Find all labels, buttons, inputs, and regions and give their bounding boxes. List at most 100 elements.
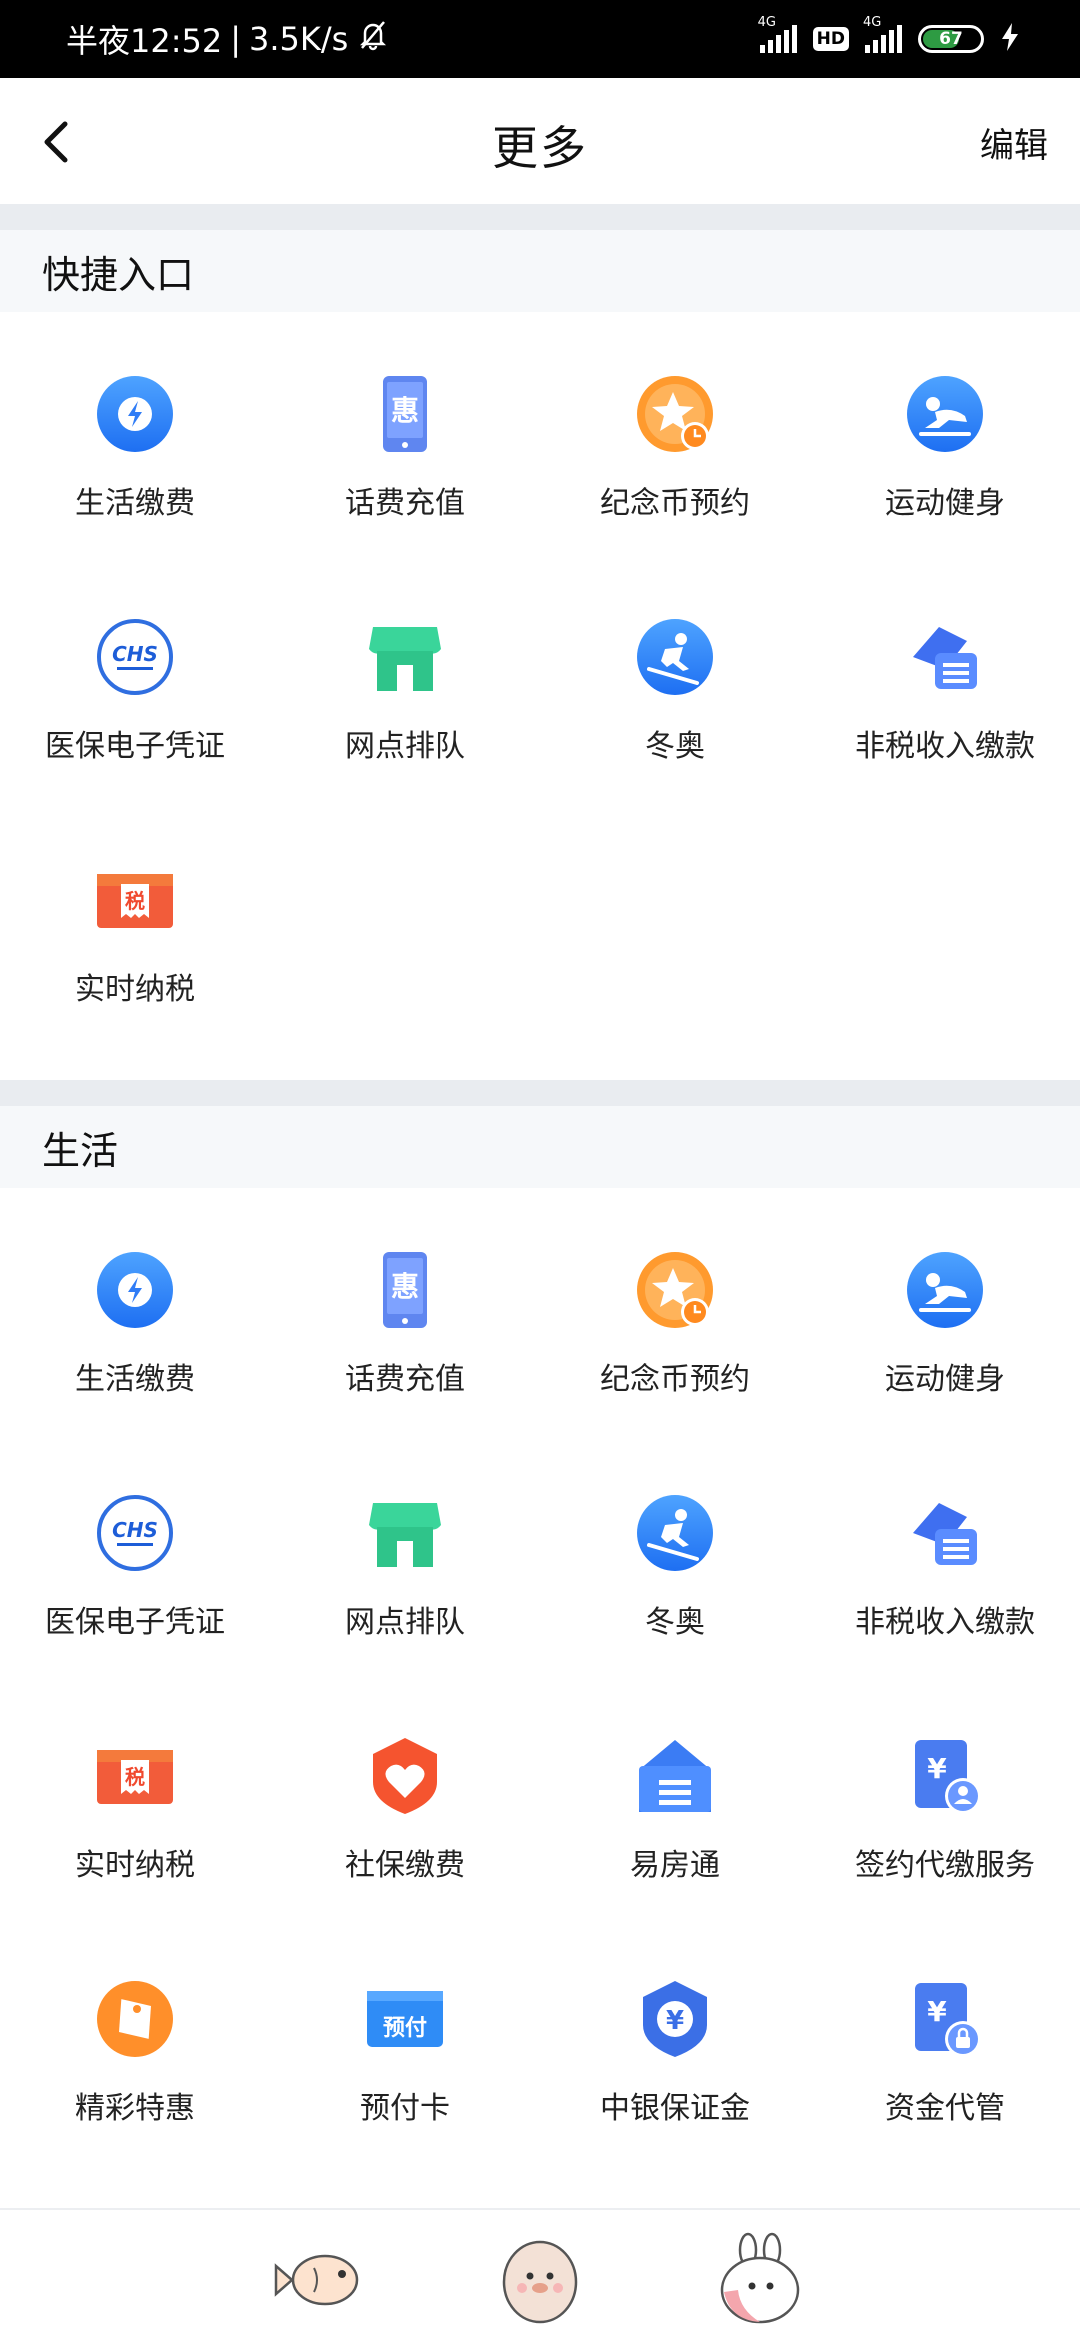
shortcut-label: 医保电子凭证 — [45, 729, 225, 764]
shortcut-item[interactable]: 精彩特惠 — [0, 1977, 270, 2220]
shortcut-item[interactable]: 惠话费充值 — [270, 1248, 540, 1491]
svg-text:¥: ¥ — [666, 2006, 684, 2036]
shortcut-item[interactable]: 生活缴费 — [0, 1248, 270, 1491]
status-right: 4G HD 4G 67 — [758, 15, 1020, 57]
shortcut-label: 中银保证金 — [600, 2091, 750, 2126]
network-type: 4G — [863, 15, 882, 30]
skating-icon — [903, 372, 987, 456]
shortcut-label: 网点排队 — [345, 729, 465, 764]
shortcut-item[interactable]: 预付 预付卡 — [270, 1977, 540, 2220]
shortcut-item[interactable]: 税实时纳税 — [0, 858, 270, 1101]
section-title: 快捷入口 — [0, 230, 1080, 312]
phone-discount-icon: 惠 — [363, 1248, 447, 1332]
skiing-icon — [633, 615, 717, 699]
stack-icon — [903, 1491, 987, 1575]
shortcut-item[interactable]: 易房通 — [540, 1734, 810, 1977]
shortcut-item[interactable]: 纪念币预约 — [540, 372, 810, 615]
shortcut-item[interactable]: CHS 医保电子凭证 — [0, 1491, 270, 1734]
potato-sticker-icon[interactable] — [490, 2230, 590, 2330]
charging-icon — [1000, 22, 1020, 57]
shortcut-label: 医保电子凭证 — [45, 1605, 225, 1640]
star-clock-icon — [633, 1248, 717, 1332]
shortcut-item[interactable]: 运动健身 — [810, 372, 1080, 615]
shortcut-item[interactable]: 网点排队 — [270, 1491, 540, 1734]
status-speed: 3.5K/s — [249, 20, 349, 58]
section-title: 生活 — [0, 1106, 1080, 1188]
status-time: 半夜12:52 — [66, 22, 223, 60]
shortcut-label: 运动健身 — [885, 486, 1005, 521]
svg-text:CHS: CHS — [112, 1518, 158, 1542]
signal-icon: 4G — [758, 15, 797, 53]
tax-icon: 税 — [93, 1734, 177, 1818]
stack-icon — [903, 615, 987, 699]
status-separator: | — [230, 20, 242, 58]
shortcut-item[interactable]: 税实时纳税 — [0, 1734, 270, 1977]
shortcut-label: 网点排队 — [345, 1605, 465, 1640]
battery-icon: 67 — [918, 25, 984, 53]
shortcut-label: 纪念币预约 — [600, 486, 750, 521]
tax-icon: 税 — [93, 858, 177, 942]
shortcut-item[interactable]: 运动健身 — [810, 1248, 1080, 1491]
phone-discount-icon: 惠 — [363, 372, 447, 456]
skiing-icon — [633, 1491, 717, 1575]
shortcut-label: 非税收入缴款 — [855, 1605, 1035, 1640]
svg-text:¥: ¥ — [927, 1995, 947, 2028]
status-left: 半夜12:52 | 3.5K/s — [66, 16, 390, 62]
network-type: 4G — [757, 15, 777, 30]
shortcut-item[interactable]: ¥ 签约代缴服务 — [810, 1734, 1080, 1977]
shop-icon — [363, 1491, 447, 1575]
yen-shield-icon: ¥ — [633, 1977, 717, 2061]
page-title: 更多 — [492, 121, 588, 175]
mute-icon — [356, 18, 390, 60]
shortcut-label: 实时纳税 — [75, 1848, 195, 1883]
shortcut-item[interactable]: 冬奥 — [540, 1491, 810, 1734]
signal-icon: 4G — [863, 15, 902, 53]
svg-text:预付: 预付 — [383, 2016, 427, 2041]
shop-icon — [363, 615, 447, 699]
shortcut-label: 冬奥 — [645, 729, 705, 764]
skating-icon — [903, 1248, 987, 1332]
shortcut-label: 社保缴费 — [345, 1848, 465, 1883]
shortcut-item[interactable]: CHS 医保电子凭证 — [0, 615, 270, 858]
shortcut-item[interactable]: 纪念币预约 — [540, 1248, 810, 1491]
tag-icon — [93, 1977, 177, 2061]
shortcut-label: 生活缴费 — [75, 1362, 195, 1397]
quick-access-section: 快捷入口 生活缴费 惠话费充值 纪念币预约 运动健身 CHS 医保电子凭证 网点排队 冬奥 非税… — [0, 230, 1080, 1080]
shortcut-label: 话费充值 — [345, 1362, 465, 1397]
svg-text:¥: ¥ — [927, 1752, 947, 1785]
shortcut-label: 生活缴费 — [75, 486, 195, 521]
shortcut-label: 精彩特惠 — [75, 2091, 195, 2126]
shortcut-item[interactable]: 非税收入缴款 — [810, 615, 1080, 858]
shortcut-item[interactable]: ¥ 资金代管 — [810, 1977, 1080, 2220]
shortcut-label: 资金代管 — [885, 2091, 1005, 2126]
svg-text:CHS: CHS — [112, 642, 158, 666]
yen-lock-icon: ¥ — [903, 1977, 987, 2061]
life-section: 生活 生活缴费 惠话费充值 纪念币预约 运动健身 CHS 医保电子凭证 网点排队 冬奥 非税收入… — [0, 1106, 1080, 2208]
section-divider — [0, 204, 1080, 230]
shortcut-item[interactable]: 非税收入缴款 — [810, 1491, 1080, 1734]
section-divider — [0, 1080, 1080, 1106]
svg-text:惠: 惠 — [391, 1270, 419, 1303]
shortcut-item[interactable]: 社保缴费 — [270, 1734, 540, 1977]
shortcut-item[interactable]: 冬奥 — [540, 615, 810, 858]
shortcut-item[interactable]: 生活缴费 — [0, 372, 270, 615]
lightning-icon — [93, 372, 177, 456]
shortcut-item[interactable]: 网点排队 — [270, 615, 540, 858]
status-bar: 半夜12:52 | 3.5K/s 4G HD 4G 67 — [0, 0, 1080, 78]
nav-bar: 更多 编辑 — [0, 78, 1080, 204]
shortcut-label: 签约代缴服务 — [855, 1848, 1035, 1883]
shortcut-item[interactable]: 惠话费充值 — [270, 372, 540, 615]
life-grid: 生活缴费 惠话费充值 纪念币预约 运动健身 CHS 医保电子凭证 网点排队 冬奥 非税收入缴款税… — [0, 1188, 1080, 2220]
shortcut-item[interactable]: ¥ 中银保证金 — [540, 1977, 810, 2220]
edit-button[interactable]: 编辑 — [980, 118, 1048, 167]
bunny-sticker-icon[interactable] — [710, 2230, 810, 2330]
shortcut-label: 预付卡 — [360, 2091, 450, 2126]
bottom-bar — [0, 2208, 1080, 2340]
svg-text:惠: 惠 — [391, 394, 419, 427]
chs-icon: CHS — [93, 615, 177, 699]
house-icon — [633, 1734, 717, 1818]
star-clock-icon — [633, 372, 717, 456]
fish-sticker-icon[interactable] — [270, 2230, 370, 2330]
shortcut-label: 易房通 — [630, 1848, 720, 1883]
shortcut-label: 话费充值 — [345, 486, 465, 521]
